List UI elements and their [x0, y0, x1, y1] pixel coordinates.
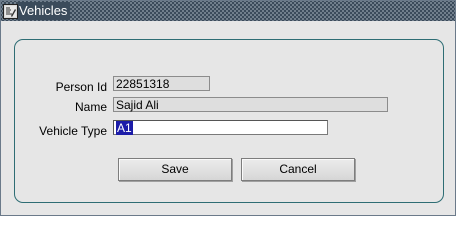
cancel-button[interactable]: Cancel: [241, 158, 355, 181]
vehicle-type-input[interactable]: A1: [113, 120, 328, 135]
name-field[interactable]: Sajid Ali: [113, 97, 388, 112]
vehicle-type-value: A1: [116, 121, 133, 135]
person-id-field[interactable]: 22851318: [113, 76, 210, 91]
vehicles-window: Vehicles Person Id 22851318 Name Sajid A…: [0, 0, 456, 216]
vehicle-type-label: Vehicle Type: [39, 124, 107, 138]
window-title: Vehicles: [18, 2, 71, 20]
title-bar[interactable]: Vehicles: [1, 1, 455, 21]
person-id-label: Person Id: [55, 80, 107, 94]
name-label: Name: [74, 100, 107, 114]
app-icon[interactable]: [3, 4, 18, 19]
save-button[interactable]: Save: [118, 158, 232, 181]
